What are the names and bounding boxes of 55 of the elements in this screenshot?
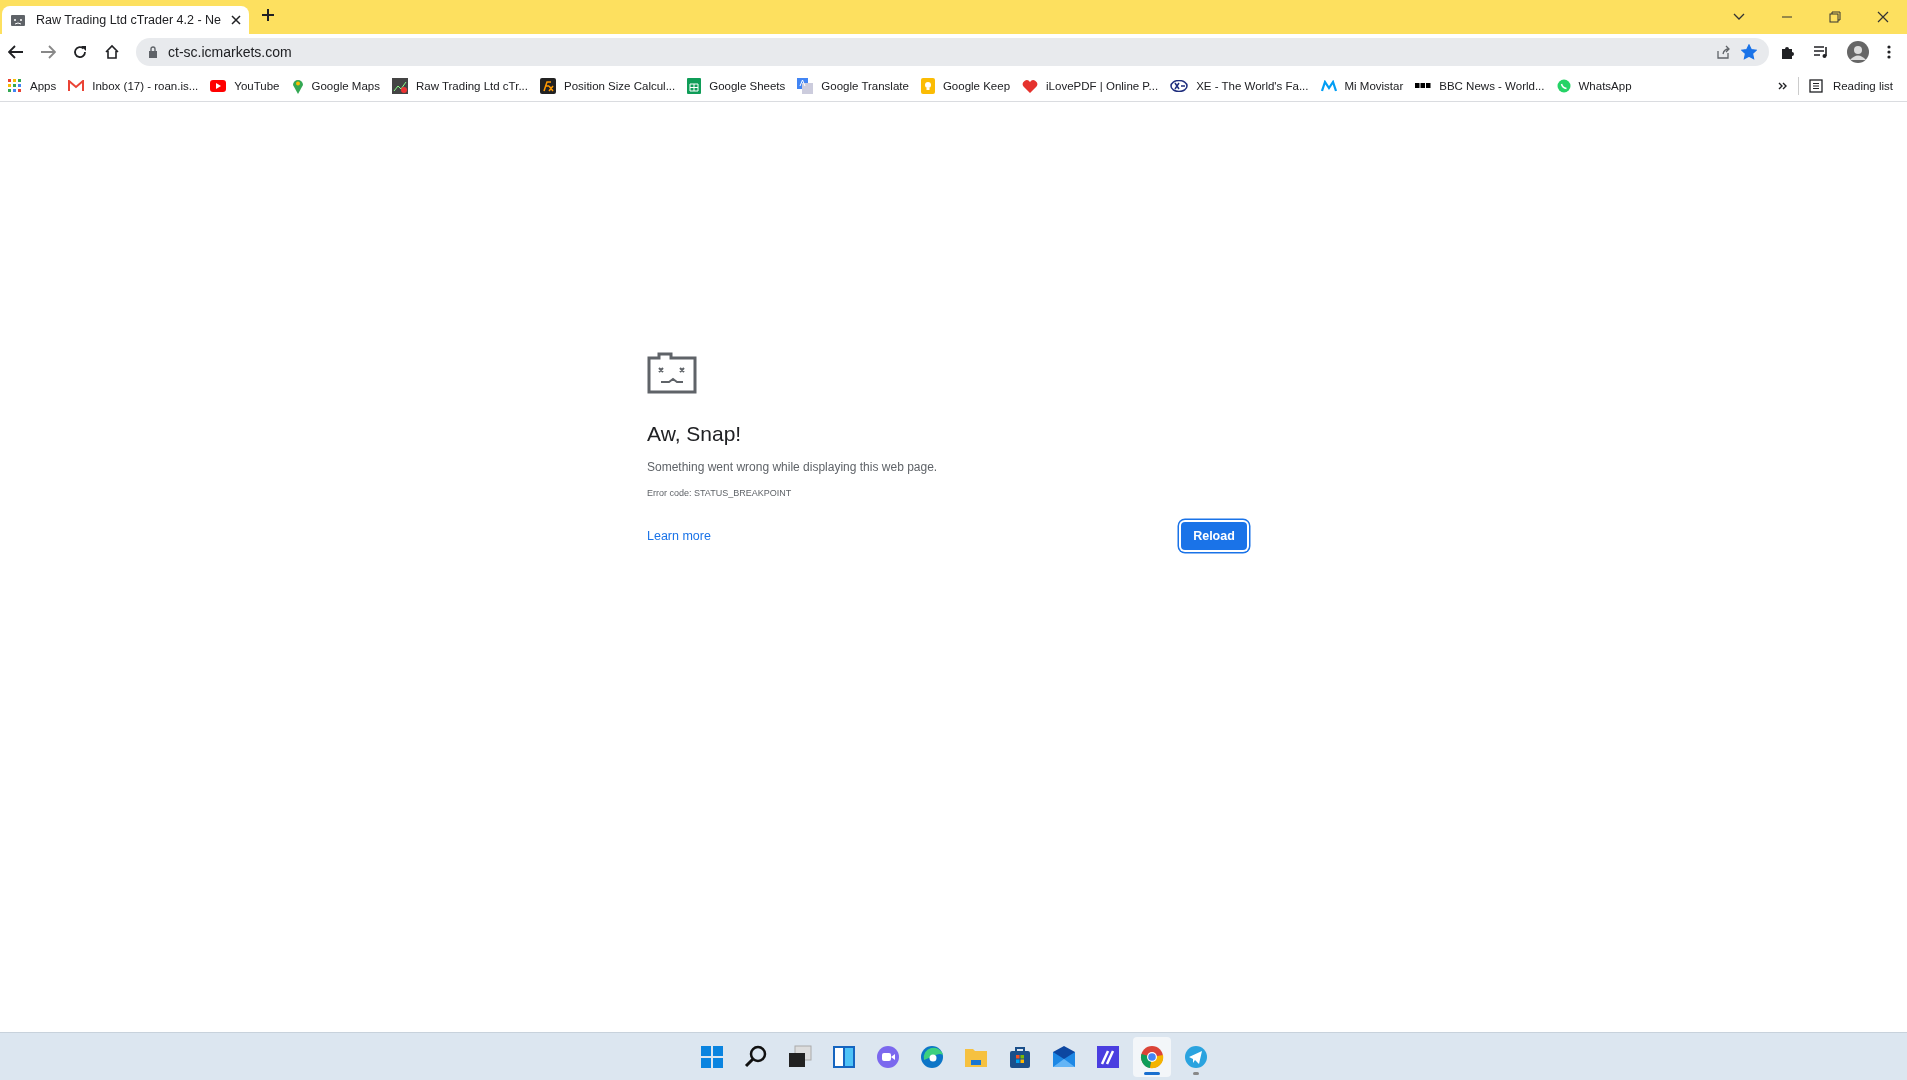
chat-bubble-icon: [1556, 78, 1571, 93]
play-icon: [210, 79, 227, 92]
reload-button[interactable]: Reload: [1181, 522, 1247, 550]
reading-list-button[interactable]: Reading list: [1808, 78, 1893, 93]
home-icon[interactable]: [104, 44, 120, 60]
xe-logo-icon: [1170, 79, 1189, 92]
error-code: Error code: STATUS_BREAKPOINT: [647, 488, 793, 498]
bookmark[interactable]: iLovePDF | Online P...: [1016, 72, 1165, 99]
error-heading: Aw, Snap!: [647, 422, 743, 446]
bookmark[interactable]: Google Keep: [914, 72, 1017, 99]
bookmark[interactable]: YouTube: [204, 72, 286, 99]
bookmark[interactable]: Google Translate: [791, 72, 915, 99]
bookmark-star-icon[interactable]: [1741, 44, 1757, 60]
browser-tab[interactable]: Raw Trading Ltd cTrader 4.2 - Ne: [2, 6, 250, 34]
map-pin-icon: [291, 77, 304, 94]
fx-icon: [540, 77, 556, 94]
url-text: ct-sc.icmarkets.com: [168, 44, 293, 60]
sad-folder-icon: [647, 352, 697, 394]
bookmark[interactable]: Mi Movistar: [1314, 72, 1410, 99]
reload-icon[interactable]: [72, 44, 88, 60]
bookmark[interactable]: Inbox (17) - roan.is...: [62, 72, 205, 99]
spreadsheet-icon: [687, 77, 702, 94]
forward-icon[interactable]: [40, 45, 56, 59]
error-message: Something went wrong while displaying this web page.: [647, 460, 939, 474]
close-icon[interactable]: [231, 15, 242, 25]
bookmark[interactable]: BBC News - World...: [1409, 72, 1551, 99]
translate-icon: [797, 77, 814, 94]
heart-icon: [1022, 78, 1039, 93]
media-list-icon[interactable]: [1813, 45, 1829, 59]
bookmark[interactable]: Apps: [2, 72, 63, 99]
bookmark[interactable]: Google Sheets: [681, 72, 792, 99]
puzzle-icon[interactable]: [1779, 44, 1795, 60]
chevron-double-icon[interactable]: [1777, 81, 1788, 90]
sad-page-icon: [10, 13, 26, 27]
bookmark[interactable]: Position Size Calcul...: [534, 72, 682, 99]
learn-more-link[interactable]: Learn more: [647, 529, 711, 543]
tab-title: Raw Trading Ltd cTrader 4.2 - Ne: [36, 13, 222, 27]
list-icon: [1808, 78, 1823, 93]
envelope-icon: [68, 79, 85, 92]
share-icon[interactable]: [1715, 44, 1731, 60]
back-icon[interactable]: [8, 45, 24, 59]
bookmark[interactable]: WhatsApp: [1550, 72, 1638, 99]
more-icon[interactable]: [1887, 45, 1891, 59]
chart-icon: [391, 77, 408, 94]
three-squares-icon: [1415, 82, 1432, 89]
m-logo-icon: [1320, 79, 1337, 92]
new-tab-icon[interactable]: [261, 8, 276, 22]
bookmark[interactable]: Google Maps: [285, 72, 386, 99]
lightbulb-icon: [920, 77, 935, 94]
avatar-icon[interactable]: [1847, 41, 1869, 63]
apps-grid-icon: [8, 78, 22, 93]
address-bar[interactable]: ct-sc.icmarkets.com: [136, 38, 1769, 66]
bookmark[interactable]: Raw Trading Ltd cTr...: [385, 72, 534, 99]
lock-icon: [148, 46, 158, 58]
bookmark[interactable]: XE - The World's Fa...: [1164, 72, 1315, 99]
